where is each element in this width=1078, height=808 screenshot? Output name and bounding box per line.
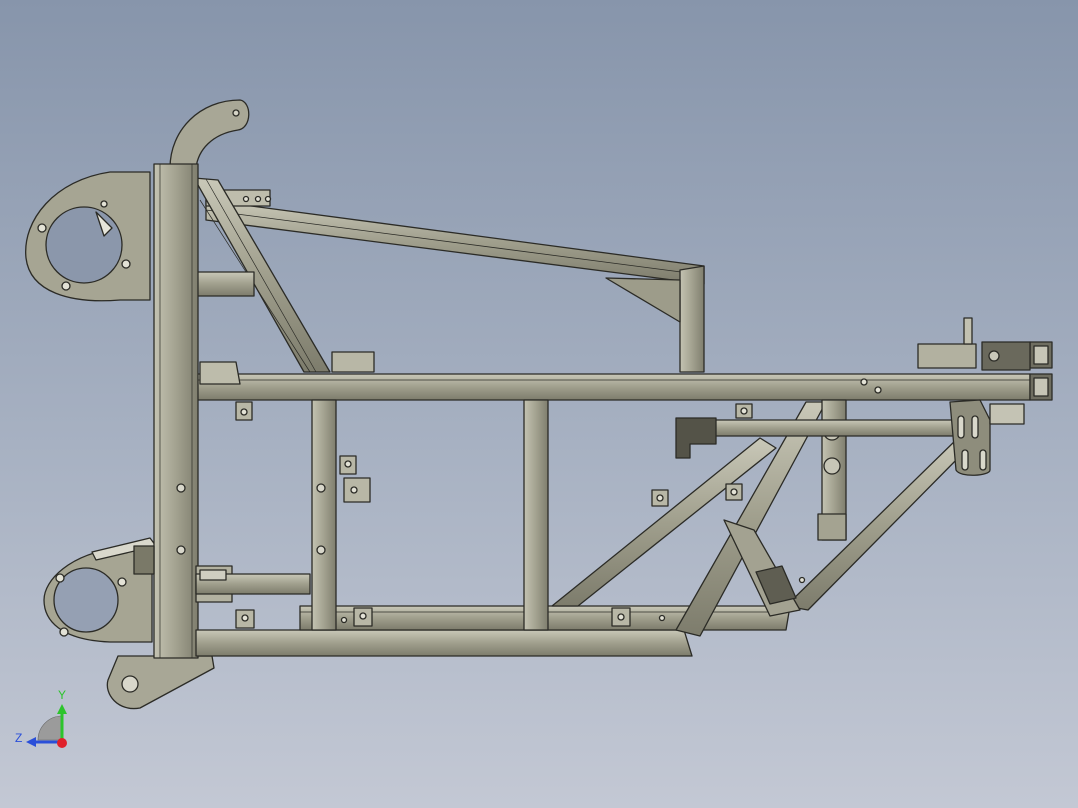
y-axis-label: Y	[58, 688, 67, 702]
head-crossbar	[195, 271, 255, 297]
left-rubber-block	[133, 545, 155, 575]
rear-dark-bracket	[675, 417, 717, 459]
upper-rear-vertical	[679, 265, 705, 373]
rear-gusset	[605, 277, 681, 323]
rail-end-tab	[199, 361, 241, 385]
head-tube-column	[153, 163, 199, 659]
main-top-rail	[195, 373, 1031, 401]
view-orientation-triad	[26, 704, 67, 748]
rear-diagonal-c	[785, 437, 967, 611]
mid-vertical-2	[523, 399, 549, 631]
cad-graphics-viewport[interactable]	[0, 0, 1078, 808]
mid-vertical-1	[311, 399, 337, 631]
rear-cross-tube	[677, 419, 969, 437]
top-block	[331, 351, 375, 373]
z-axis-label: Z	[15, 731, 23, 745]
bottom-rail	[195, 629, 693, 657]
upper-rear-rail	[205, 199, 705, 285]
rear-box	[917, 343, 977, 369]
motorcycle-frame-model[interactable]	[0, 0, 1078, 808]
